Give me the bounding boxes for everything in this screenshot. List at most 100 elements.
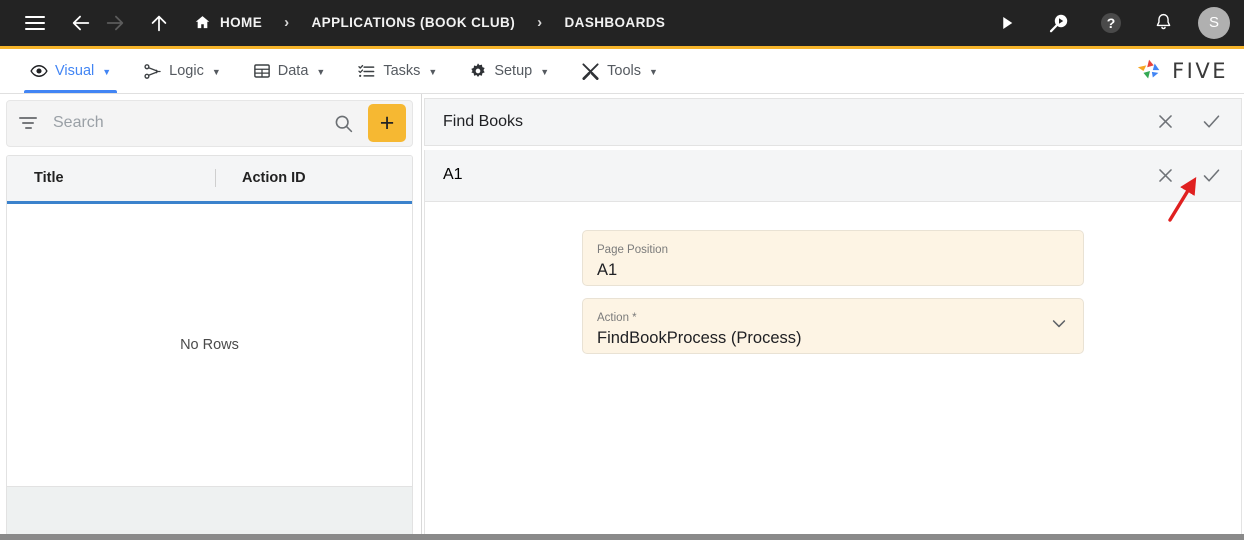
sub-editor-title: A1 xyxy=(443,166,463,184)
menu-item-logic[interactable]: Logic ▼ xyxy=(127,49,237,93)
add-record-button[interactable]: + xyxy=(368,104,406,143)
breadcrumb-separator-2: › xyxy=(537,14,543,32)
arrow-right-icon xyxy=(106,15,124,31)
editor-close-button[interactable] xyxy=(1153,110,1177,134)
svg-text:?: ? xyxy=(1107,15,1116,31)
close-icon xyxy=(1158,115,1172,129)
filter-icon[interactable] xyxy=(19,117,37,130)
editor-panel: Find Books A1 Page Position A1 Action * … xyxy=(422,94,1244,535)
sub-header-close-button[interactable] xyxy=(1153,163,1177,187)
chevron-down-icon: ▼ xyxy=(211,67,221,78)
back-button[interactable] xyxy=(64,6,98,40)
breadcrumb-item-dashboards[interactable]: DASHBOARDS xyxy=(565,15,666,30)
table-grid-icon xyxy=(253,62,271,80)
hamburger-menu-button[interactable] xyxy=(18,6,52,40)
check-icon xyxy=(1203,115,1219,129)
records-grid: Title Action ID No Rows xyxy=(6,154,413,535)
logic-nodes-icon xyxy=(143,62,162,81)
sub-editor-wrapper: A1 xyxy=(424,146,1242,222)
menu-item-setup[interactable]: Setup ▼ xyxy=(453,49,565,93)
sub-editor-header-actions xyxy=(1153,163,1223,187)
menu-item-tasks[interactable]: Tasks ▼ xyxy=(341,49,453,93)
records-panel: + Title Action ID No Rows xyxy=(0,93,422,535)
menu-item-data-label: Data xyxy=(277,63,309,80)
run-button[interactable] xyxy=(990,6,1024,40)
workspace: + Title Action ID No Rows xyxy=(0,93,1244,535)
editor-confirm-button[interactable] xyxy=(1199,110,1223,134)
editor-header-actions xyxy=(1153,110,1223,134)
menu-item-visual[interactable]: Visual ▼ xyxy=(14,49,127,93)
chevron-down-icon: ▼ xyxy=(316,67,326,78)
page-position-value: A1 xyxy=(597,260,618,279)
bell-icon xyxy=(1156,14,1170,30)
top-navigation-bar: HOME › APPLICATIONS (BOOK CLUB) › DASHBO… xyxy=(0,0,1244,46)
form-body: Page Position A1 Action * FindBookProces… xyxy=(424,201,1242,535)
window-bottom-edge xyxy=(0,534,1244,540)
grid-empty-message: No Rows xyxy=(180,337,239,354)
column-divider[interactable] xyxy=(215,169,216,188)
chevron-down-icon: ▼ xyxy=(649,67,658,78)
breadcrumb-item-applications[interactable]: APPLICATIONS (BOOK CLUB) xyxy=(312,15,516,30)
brand-logo: FIVE xyxy=(1135,49,1244,93)
question-circle-icon: ? xyxy=(1101,12,1121,33)
search-button[interactable] xyxy=(326,113,360,134)
eye-icon xyxy=(30,62,48,80)
brand-name: FIVE xyxy=(1172,59,1228,84)
arrow-up-icon xyxy=(151,15,167,31)
grid-column-header-title[interactable]: Title xyxy=(7,170,215,186)
chevron-down-icon[interactable] xyxy=(1049,313,1069,338)
avatar[interactable]: S xyxy=(1198,6,1230,39)
grid-footer xyxy=(7,486,412,535)
grid-column-label-action-id: Action ID xyxy=(242,170,306,187)
menu-item-logic-label: Logic xyxy=(169,63,204,80)
up-button[interactable] xyxy=(142,6,176,40)
module-menu-bar: Visual ▼ Logic ▼ Data ▼ Tasks ▼ Setup ▼ … xyxy=(0,49,1244,94)
grid-empty-state: No Rows xyxy=(7,203,412,487)
menu-item-setup-label: Setup xyxy=(494,63,533,80)
page-position-label: Page Position xyxy=(597,243,668,256)
hamburger-icon xyxy=(25,15,45,30)
search-play-icon xyxy=(1049,14,1068,33)
breadcrumb-item-home[interactable]: HOME xyxy=(194,14,262,31)
active-tab-underline xyxy=(24,89,118,93)
grid-column-label-title: Title xyxy=(34,170,64,187)
tools-cross-icon xyxy=(581,62,600,81)
chevron-down-icon: ▼ xyxy=(102,67,112,78)
editor-header: Find Books xyxy=(424,97,1242,146)
grid-header-row: Title Action ID xyxy=(7,155,412,204)
action-field[interactable]: Action * FindBookProcess (Process) xyxy=(582,297,1084,354)
menu-item-visual-label: Visual xyxy=(55,63,95,80)
page-position-field[interactable]: Page Position A1 xyxy=(582,229,1084,286)
search-input[interactable] xyxy=(45,114,318,133)
editor-title: Find Books xyxy=(443,112,524,130)
menu-item-tools[interactable]: Tools ▼ xyxy=(565,49,674,93)
play-icon xyxy=(1003,16,1013,29)
chevron-down-icon: ▼ xyxy=(428,67,438,78)
home-icon xyxy=(195,16,210,29)
forward-button[interactable] xyxy=(98,6,132,40)
breadcrumb-separator-1: › xyxy=(284,14,290,32)
breadcrumb: HOME › APPLICATIONS (BOOK CLUB) › DASHBO… xyxy=(194,14,665,31)
menu-item-tools-label: Tools xyxy=(607,63,641,80)
five-pinwheel-logo xyxy=(1137,60,1160,79)
search-toolbar: + xyxy=(6,99,413,147)
grid-column-header-action-id[interactable]: Action ID xyxy=(215,169,412,188)
sub-header-confirm-button[interactable] xyxy=(1199,163,1223,187)
gear-icon xyxy=(469,62,487,80)
action-label: Action * xyxy=(597,311,637,324)
search-preview-button[interactable] xyxy=(1042,6,1076,40)
chevron-down-icon: ▼ xyxy=(540,67,550,78)
help-button[interactable]: ? xyxy=(1094,6,1128,40)
menu-item-data[interactable]: Data ▼ xyxy=(237,49,342,93)
action-value: FindBookProcess (Process) xyxy=(597,328,802,347)
breadcrumb-label-home: HOME xyxy=(220,15,263,31)
sub-editor-header: A1 xyxy=(424,149,1242,202)
avatar-initial: S xyxy=(1208,14,1219,32)
menu-item-tasks-label: Tasks xyxy=(383,63,421,80)
arrow-left-icon xyxy=(72,15,90,31)
app-window: HOME › APPLICATIONS (BOOK CLUB) › DASHBO… xyxy=(0,0,1244,540)
top-bar-actions: ? S xyxy=(990,6,1230,40)
checklist-icon xyxy=(357,62,376,81)
check-icon xyxy=(1203,169,1219,182)
notifications-button[interactable] xyxy=(1146,6,1180,40)
